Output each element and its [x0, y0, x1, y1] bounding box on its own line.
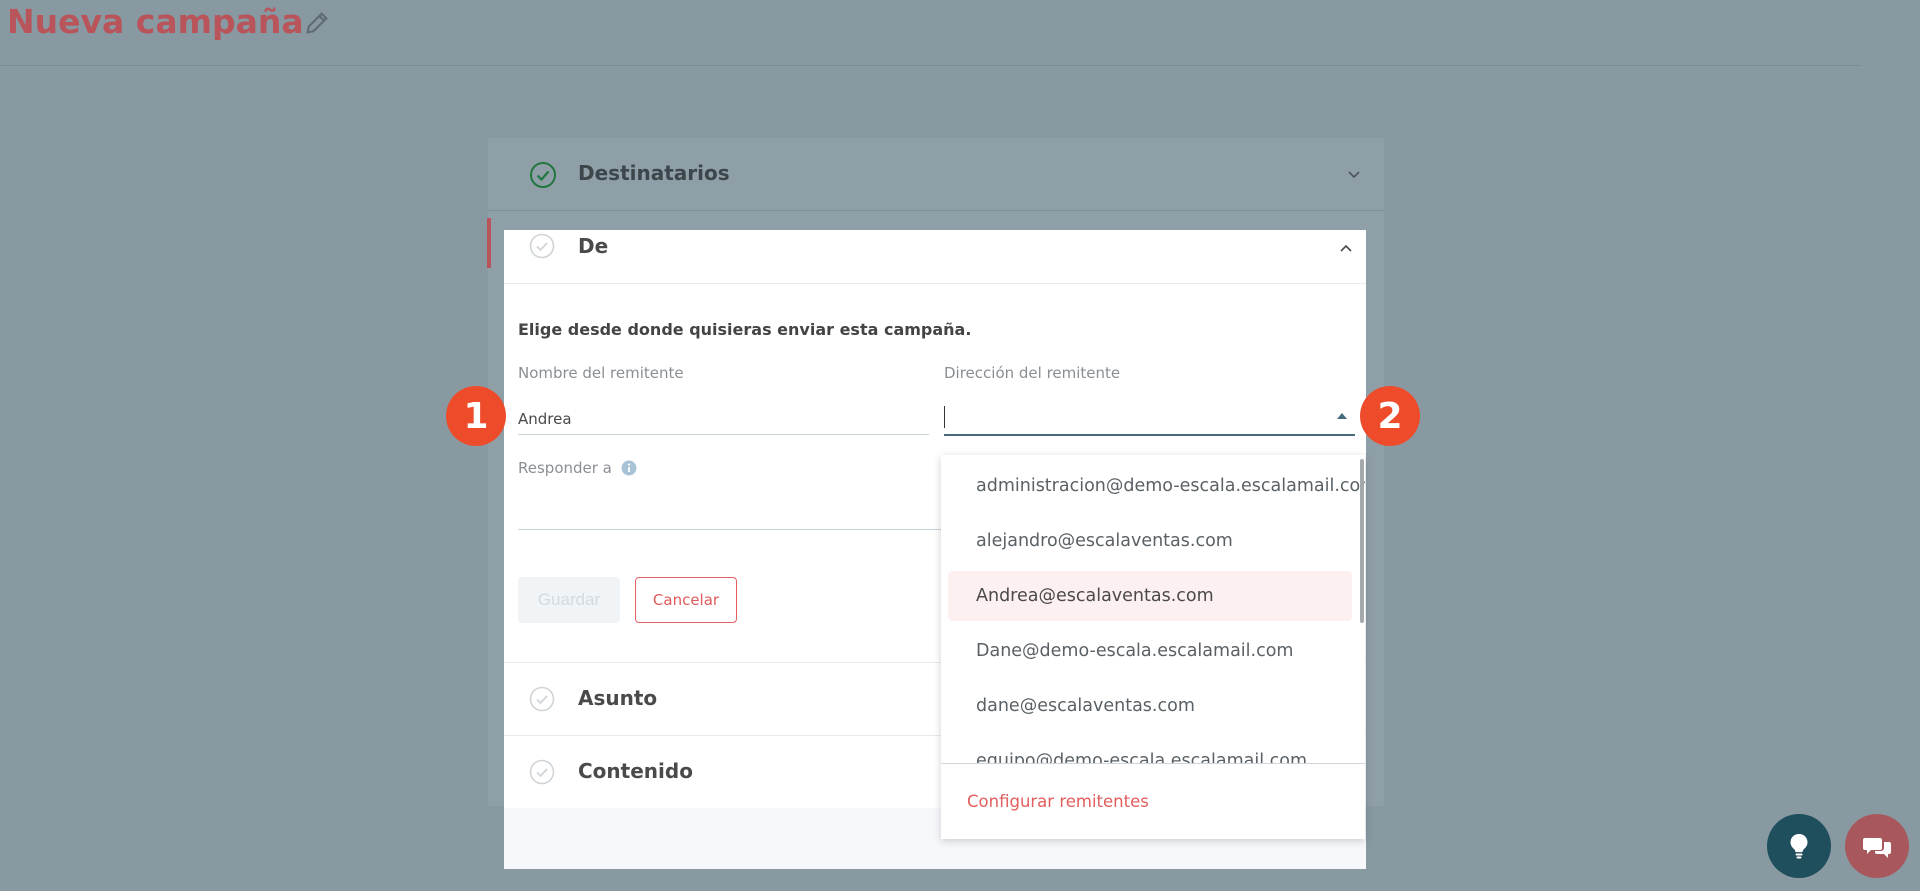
sender-name-label: Nombre del remitente — [518, 364, 684, 382]
sender-address-dropdown: administracion@demo-escala.escalamail.co… — [941, 455, 1365, 839]
dropdown-divider — [941, 763, 1365, 764]
section-label: Asunto — [578, 686, 658, 710]
dropdown-arrow-icon[interactable] — [1337, 413, 1347, 419]
section-label: Destinatarios — [578, 161, 730, 185]
step-badge-2: 2 — [1360, 386, 1420, 446]
check-circle-icon — [529, 759, 555, 785]
configure-senders-link[interactable]: Configurar remitentes — [967, 792, 1149, 811]
check-circle-icon — [529, 233, 555, 259]
save-button[interactable]: Guardar — [518, 577, 620, 623]
section-intro: Elige desde donde quisieras enviar esta … — [518, 320, 972, 339]
section-destinatarios[interactable]: Destinatarios — [488, 138, 1384, 211]
dropdown-option[interactable]: administracion@demo-escala.escalamail.co… — [948, 461, 1365, 511]
text-cursor — [944, 406, 945, 428]
chat-icon — [1863, 838, 1891, 858]
reply-to-input[interactable] — [518, 495, 958, 530]
chat-button[interactable] — [1845, 814, 1909, 878]
dropdown-option[interactable]: Dane@demo-escala.escalamail.com — [948, 626, 1352, 676]
dropdown-options: administracion@demo-escala.escalamail.co… — [941, 455, 1365, 763]
dropdown-option-highlighted[interactable]: Andrea@escalaventas.com — [948, 571, 1352, 621]
sender-address-label: Dirección del remitente — [944, 364, 1121, 382]
pencil-icon[interactable] — [303, 9, 331, 37]
help-button[interactable] — [1767, 814, 1831, 878]
dropdown-option[interactable]: alejandro@escalaventas.com — [948, 516, 1352, 566]
cancel-button[interactable]: Cancelar — [635, 577, 737, 623]
chevron-up-icon[interactable] — [1338, 240, 1354, 256]
sender-name-value: Andrea — [518, 410, 572, 428]
step-badge-1: 1 — [446, 386, 506, 446]
active-section-indicator — [487, 218, 491, 268]
section-de-header[interactable]: De — [504, 230, 1366, 284]
section-label: Contenido — [578, 759, 693, 783]
info-icon[interactable] — [621, 460, 637, 476]
page-title: Nueva campaña — [7, 2, 304, 41]
reply-to-label: Responder a — [518, 459, 612, 477]
dropdown-option[interactable]: equipo@demo-escala.escalamail.com — [948, 736, 1352, 763]
dropdown-scrollbar[interactable] — [1360, 459, 1364, 623]
sender-address-select[interactable] — [944, 400, 1355, 436]
section-label: De — [578, 234, 609, 258]
lightbulb-icon — [1790, 834, 1808, 859]
dropdown-option[interactable]: dane@escalaventas.com — [948, 681, 1352, 731]
header-divider — [0, 65, 1862, 66]
check-circle-icon — [530, 162, 556, 188]
check-circle-icon — [529, 686, 555, 712]
chevron-down-icon[interactable] — [1346, 166, 1362, 182]
sender-name-input[interactable]: Andrea — [518, 400, 929, 435]
